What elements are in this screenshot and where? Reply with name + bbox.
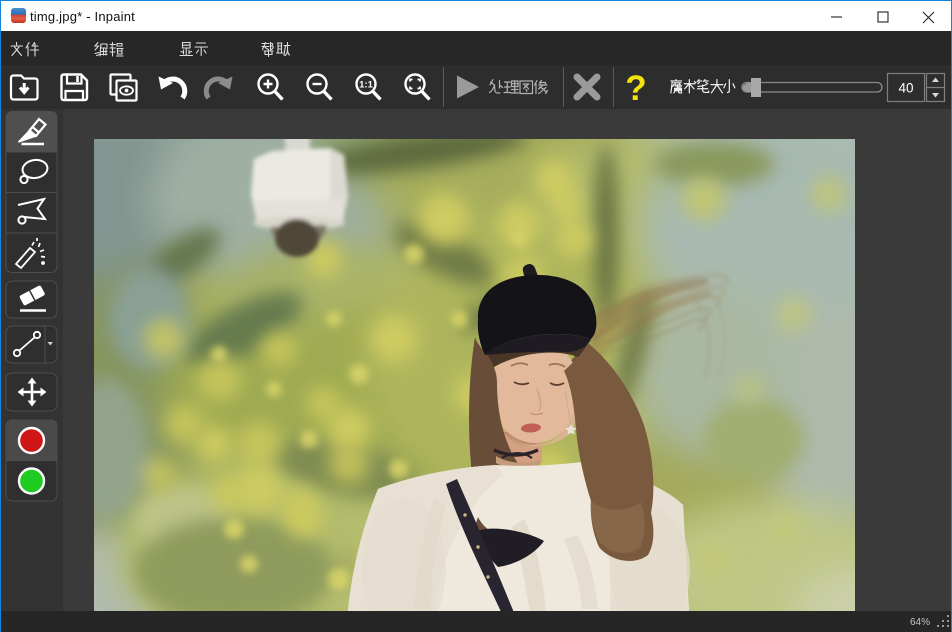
svg-text:1:1: 1:1 (359, 80, 373, 91)
svg-text:40: 40 (898, 81, 913, 96)
svg-text:?: ? (625, 69, 646, 108)
